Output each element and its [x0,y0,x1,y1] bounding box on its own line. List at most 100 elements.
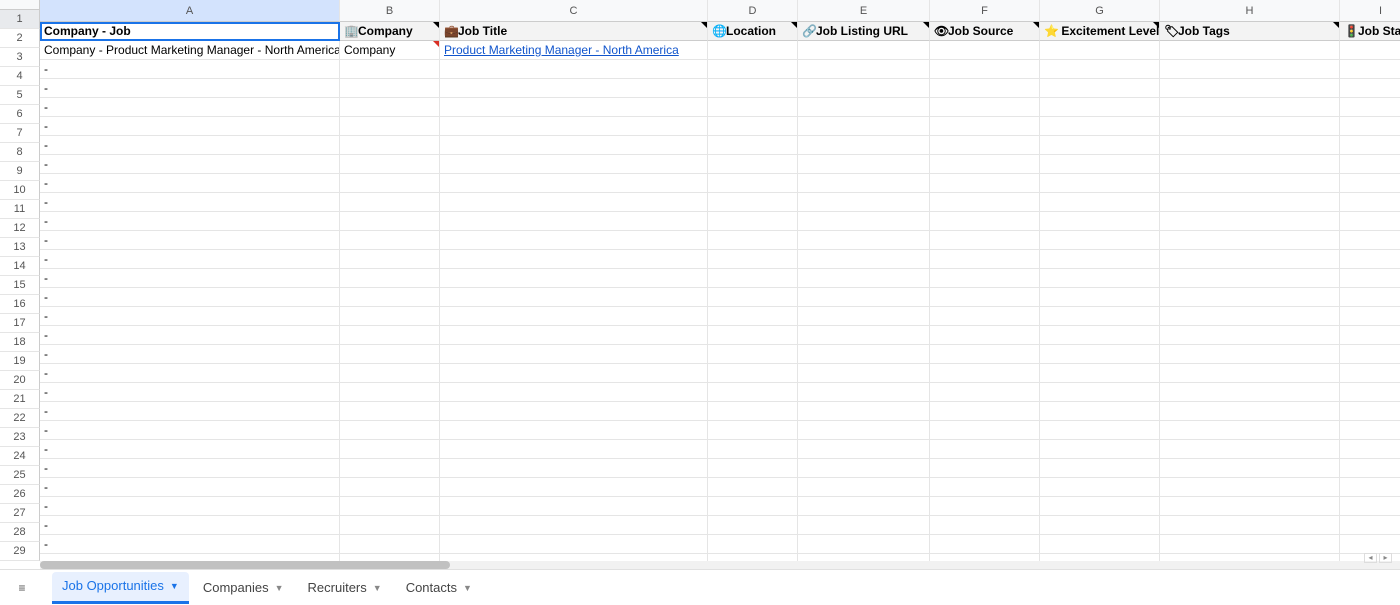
cell[interactable] [1040,269,1160,288]
cell[interactable] [1040,307,1160,326]
cell[interactable] [1040,440,1160,459]
cell[interactable] [708,345,798,364]
cell[interactable] [1160,117,1340,136]
cell[interactable] [340,212,440,231]
cell[interactable] [1340,364,1400,383]
cell[interactable] [798,402,930,421]
cell[interactable] [708,41,798,60]
cell[interactable] [440,421,708,440]
cell[interactable]: - [40,288,340,307]
cell[interactable]: - [40,307,340,326]
cell[interactable] [1160,193,1340,212]
row-header[interactable]: 22 [0,409,40,428]
cell[interactable] [708,155,798,174]
row-header[interactable]: 10 [0,181,40,200]
cell[interactable] [1160,155,1340,174]
cell[interactable] [708,326,798,345]
column-header[interactable]: I [1340,0,1400,22]
cell[interactable] [1340,117,1400,136]
cell[interactable] [708,231,798,250]
row-header[interactable]: 26 [0,485,40,504]
cell[interactable] [930,345,1040,364]
cell[interactable] [708,402,798,421]
cell[interactable] [708,117,798,136]
horizontal-scrollbar[interactable] [40,561,1400,569]
cell[interactable]: - [40,402,340,421]
cell[interactable] [930,440,1040,459]
cell[interactable]: - [40,250,340,269]
cell[interactable] [1340,326,1400,345]
cell[interactable] [1160,478,1340,497]
cell[interactable] [1340,79,1400,98]
row-header[interactable]: 5 [0,86,40,105]
cell[interactable] [1340,288,1400,307]
cell[interactable]: 🏢Company [340,22,440,41]
cell[interactable]: 🚦Job Status [1340,22,1400,41]
cell[interactable] [1340,136,1400,155]
cell[interactable] [1040,98,1160,117]
cell[interactable] [1160,516,1340,535]
cell[interactable] [340,383,440,402]
cell[interactable] [708,193,798,212]
row-header[interactable]: 14 [0,257,40,276]
cell[interactable] [798,307,930,326]
cell[interactable]: 👁Job Source [930,22,1040,41]
cell[interactable] [1340,193,1400,212]
cell[interactable] [1040,79,1160,98]
row-header[interactable]: 17 [0,314,40,333]
cell[interactable] [1040,193,1160,212]
cell[interactable] [930,193,1040,212]
cell[interactable]: 🏷Job Tags [1160,22,1340,41]
column-header[interactable]: A [40,0,340,22]
cell[interactable] [1340,421,1400,440]
cell[interactable] [1040,117,1160,136]
cell[interactable] [440,459,708,478]
cell[interactable] [930,212,1040,231]
cell[interactable] [708,459,798,478]
cell[interactable] [340,98,440,117]
cell[interactable] [440,136,708,155]
cell[interactable] [340,440,440,459]
cell[interactable] [1160,345,1340,364]
cell[interactable] [1340,497,1400,516]
cell[interactable] [1340,402,1400,421]
cell[interactable] [440,212,708,231]
cell[interactable]: - [40,212,340,231]
cell[interactable] [340,535,440,554]
cell[interactable]: Company - Job [40,22,340,41]
row-header[interactable]: 6 [0,105,40,124]
cell[interactable] [1040,535,1160,554]
cell[interactable] [1040,345,1160,364]
cell[interactable] [708,383,798,402]
cell[interactable] [1040,497,1160,516]
dropdown-icon[interactable]: ▼ [275,572,284,604]
cell[interactable] [708,174,798,193]
row-header[interactable]: 11 [0,200,40,219]
cell[interactable] [340,193,440,212]
cell[interactable] [708,364,798,383]
row-header[interactable]: 19 [0,352,40,371]
cell[interactable] [440,364,708,383]
cell[interactable] [708,497,798,516]
tab-recruiters[interactable]: Recruiters ▼ [298,572,392,604]
cell[interactable] [1160,60,1340,79]
cell[interactable]: - [40,516,340,535]
cell[interactable] [930,155,1040,174]
cell[interactable] [1340,212,1400,231]
cell[interactable]: - [40,155,340,174]
cell[interactable] [708,288,798,307]
cell[interactable] [1340,155,1400,174]
cell[interactable] [440,516,708,535]
tab-job-opportunities[interactable]: Job Opportunities ▼ [52,572,189,604]
cell[interactable] [930,174,1040,193]
cell[interactable]: - [40,364,340,383]
cell[interactable] [708,98,798,117]
cell[interactable] [340,554,440,561]
cell[interactable]: 💼Job Title [440,22,708,41]
cell[interactable] [798,440,930,459]
cell[interactable] [1040,421,1160,440]
cell[interactable] [798,478,930,497]
row-header[interactable]: 15 [0,276,40,295]
cell[interactable] [1040,459,1160,478]
cell[interactable] [440,288,708,307]
